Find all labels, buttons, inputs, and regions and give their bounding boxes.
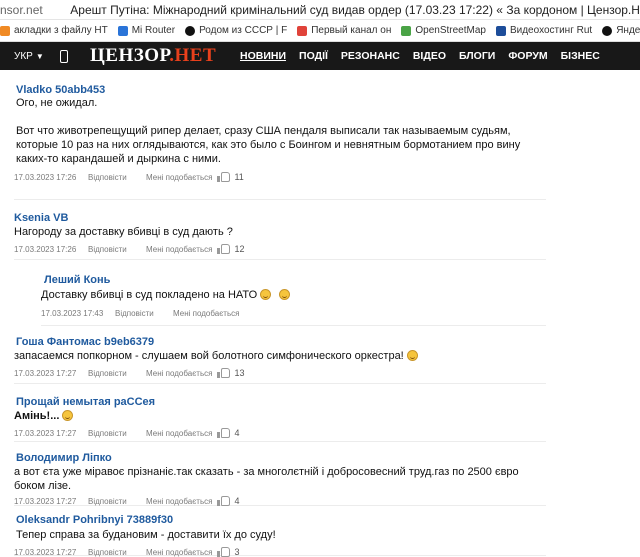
like-button[interactable]: Мені подобається <box>146 497 212 506</box>
comment: Гоша Фантомас b9eb6379 запасаемся попкор… <box>14 326 546 384</box>
like-count: 4 <box>234 496 240 506</box>
comment-author[interactable]: Гоша Фантомас b9eb6379 <box>16 336 546 348</box>
like-count: 12 <box>234 244 245 254</box>
comment-date: 17.03.2023 17:26 <box>14 244 77 254</box>
comment-reply: Леший Конь Доставку вбивці в суд покладе… <box>41 260 546 326</box>
bookmark-item[interactable]: Видеохостинг Rut <box>495 25 592 36</box>
zen-icon <box>602 25 613 36</box>
reply-button[interactable]: Відповісти <box>115 309 173 318</box>
comment-date: 17.03.2023 17:26 <box>14 172 77 182</box>
mobile-icon[interactable] <box>60 49 68 63</box>
thumbs-up-icon[interactable] <box>217 368 231 378</box>
like-button[interactable]: Мені подобається <box>146 548 212 557</box>
comment-text: Амінь!... <box>14 409 546 423</box>
reply-button[interactable]: Відповісти <box>88 369 146 378</box>
comment-meta: 17.03.2023 17:27 Відповісти Мені подобає… <box>14 496 546 506</box>
like-count: 13 <box>234 368 245 378</box>
bookmark-item[interactable]: Родом из СССР | F <box>185 25 287 36</box>
like-button[interactable]: Мені подобається <box>146 245 212 254</box>
comment-text: Доставку вбивці в суд покладено на НАТО <box>41 288 546 302</box>
nav-forum[interactable]: ФОРУМ <box>508 50 547 62</box>
bookmark-item[interactable]: акладки з файлу HT <box>0 25 108 36</box>
comment-author[interactable]: Леший Конь <box>44 274 546 286</box>
comment-meta: 17.03.2023 17:27 Відповісти Мені подобає… <box>14 547 546 557</box>
chevron-down-icon: ▼ <box>35 51 44 61</box>
nav-blogs[interactable]: БЛОГИ <box>459 50 495 62</box>
reply-button[interactable]: Відповісти <box>88 429 146 438</box>
thumbs-up-icon[interactable] <box>217 244 231 254</box>
comment: Прощай немытая раССея Амінь!... 17.03.20… <box>14 384 546 442</box>
comment-author[interactable]: Oleksandr Pohribnyi 73889f30 <box>16 514 546 526</box>
like-button[interactable]: Мені подобається <box>146 173 212 182</box>
mi-router-icon <box>117 25 128 36</box>
smile-emoji-icon <box>260 289 272 300</box>
comment-date: 17.03.2023 17:43 <box>41 309 104 318</box>
address-url[interactable]: nsor.net <box>0 3 64 17</box>
like-button[interactable]: Мені подобається <box>173 309 239 318</box>
comment-text: Ого, не ожидал. Вот что животрепещущий р… <box>16 97 521 165</box>
bookmark-item[interactable]: Яндекс.Дзен — пл <box>602 25 640 36</box>
comment-text: а вот єта уже міравоє прізнаніє.так сказ… <box>14 466 519 492</box>
comment-meta: 17.03.2023 17:43 Відповісти Мені подобає… <box>41 309 546 318</box>
comment-date: 17.03.2023 17:27 <box>14 368 77 378</box>
thumbs-up-icon[interactable] <box>217 428 231 438</box>
folder-icon <box>0 25 10 36</box>
like-button[interactable]: Мені подобається <box>146 429 212 438</box>
main-nav: НОВИНИ ПОДІЇ РЕЗОНАНС ВІДЕО БЛОГИ ФОРУМ … <box>240 50 613 62</box>
comment-date: 17.03.2023 17:27 <box>14 428 77 438</box>
bookmarks-bar: акладки з файлу HT Mi Router Родом из СС… <box>0 20 640 42</box>
like-count: 3 <box>234 547 240 557</box>
reply-button[interactable]: Відповісти <box>88 548 146 557</box>
comment: Ksenia VB Нагороду за доставку вбивці в … <box>14 200 546 260</box>
nav-video[interactable]: ВІДЕО <box>413 50 446 62</box>
thumbs-up-icon[interactable] <box>217 172 231 182</box>
comment-text: запасаемся попкорном - слушаем вой болот… <box>14 349 546 363</box>
site-navbar: УКР ▼ ЦЕНЗОР.НЕТ НОВИНИ ПОДІЇ РЕЗОНАНС ВІ… <box>0 42 640 70</box>
comment-text: Тепер справа за будановим - доставити їх… <box>16 529 276 541</box>
comment-author[interactable]: Ksenia VB <box>14 212 546 224</box>
page-title: Арешт Путіна: Міжнародний кримінальний с… <box>70 2 640 17</box>
comment-meta: 17.03.2023 17:26 Відповісти Мені подобає… <box>14 244 546 254</box>
bookmark-item[interactable]: Первый канал он <box>297 25 391 36</box>
like-count: 4 <box>234 428 240 438</box>
comment-meta: 17.03.2023 17:27 Відповісти Мені подобає… <box>14 368 546 378</box>
circle-icon <box>185 25 196 36</box>
bookmark-item[interactable]: Mi Router <box>117 25 175 36</box>
nav-resonance[interactable]: РЕЗОНАНС <box>341 50 400 62</box>
comment-meta: 17.03.2023 17:27 Відповісти Мені подобає… <box>14 428 546 438</box>
browser-title-bar: nsor.net Арешт Путіна: Міжнародний кримі… <box>0 0 640 20</box>
comment-text: Нагороду за доставку вбивці в суд дають … <box>14 226 233 238</box>
bookmark-item[interactable]: OpenStreetMap <box>401 25 486 36</box>
site-logo[interactable]: ЦЕНЗОР.НЕТ <box>90 45 240 67</box>
nav-business[interactable]: БІЗНЕС <box>561 50 600 62</box>
smile-emoji-icon <box>406 350 418 361</box>
comment-date: 17.03.2023 17:27 <box>14 547 77 557</box>
comment: Oleksandr Pohribnyi 73889f30 Тепер справ… <box>14 506 546 557</box>
reply-button[interactable]: Відповісти <box>88 173 146 182</box>
comments-list: Vladko 50abb453 Ого, не ожидал. Вот что … <box>0 70 640 557</box>
thumbs-up-icon[interactable] <box>217 547 231 557</box>
like-button[interactable]: Мені подобається <box>146 369 212 378</box>
comment-date: 17.03.2023 17:27 <box>14 496 77 506</box>
comment-author[interactable]: Прощай немытая раССея <box>16 396 546 408</box>
smile-emoji-icon <box>279 289 291 300</box>
like-count: 11 <box>234 172 244 182</box>
map-icon <box>401 25 412 36</box>
comment: Vladko 50abb453 Ого, не ожидал. Вот что … <box>14 70 546 200</box>
reply-button[interactable]: Відповісти <box>88 497 146 506</box>
nav-news[interactable]: НОВИНИ <box>240 50 286 62</box>
video-icon <box>495 25 506 36</box>
comment-meta: 17.03.2023 17:26 Відповісти Мені подобає… <box>14 172 546 182</box>
cool-emoji-icon <box>62 410 74 421</box>
thumbs-up-icon[interactable] <box>217 496 231 506</box>
channel-icon <box>297 25 308 36</box>
comment-author[interactable]: Володимир Ліпко <box>16 452 546 464</box>
comment: Володимир Ліпко а вот єта уже міравоє пр… <box>14 442 546 506</box>
comment-author[interactable]: Vladko 50abb453 <box>16 84 546 96</box>
language-select[interactable]: УКР ▼ <box>0 51 46 62</box>
nav-events[interactable]: ПОДІЇ <box>299 50 328 62</box>
reply-button[interactable]: Відповісти <box>88 245 146 254</box>
